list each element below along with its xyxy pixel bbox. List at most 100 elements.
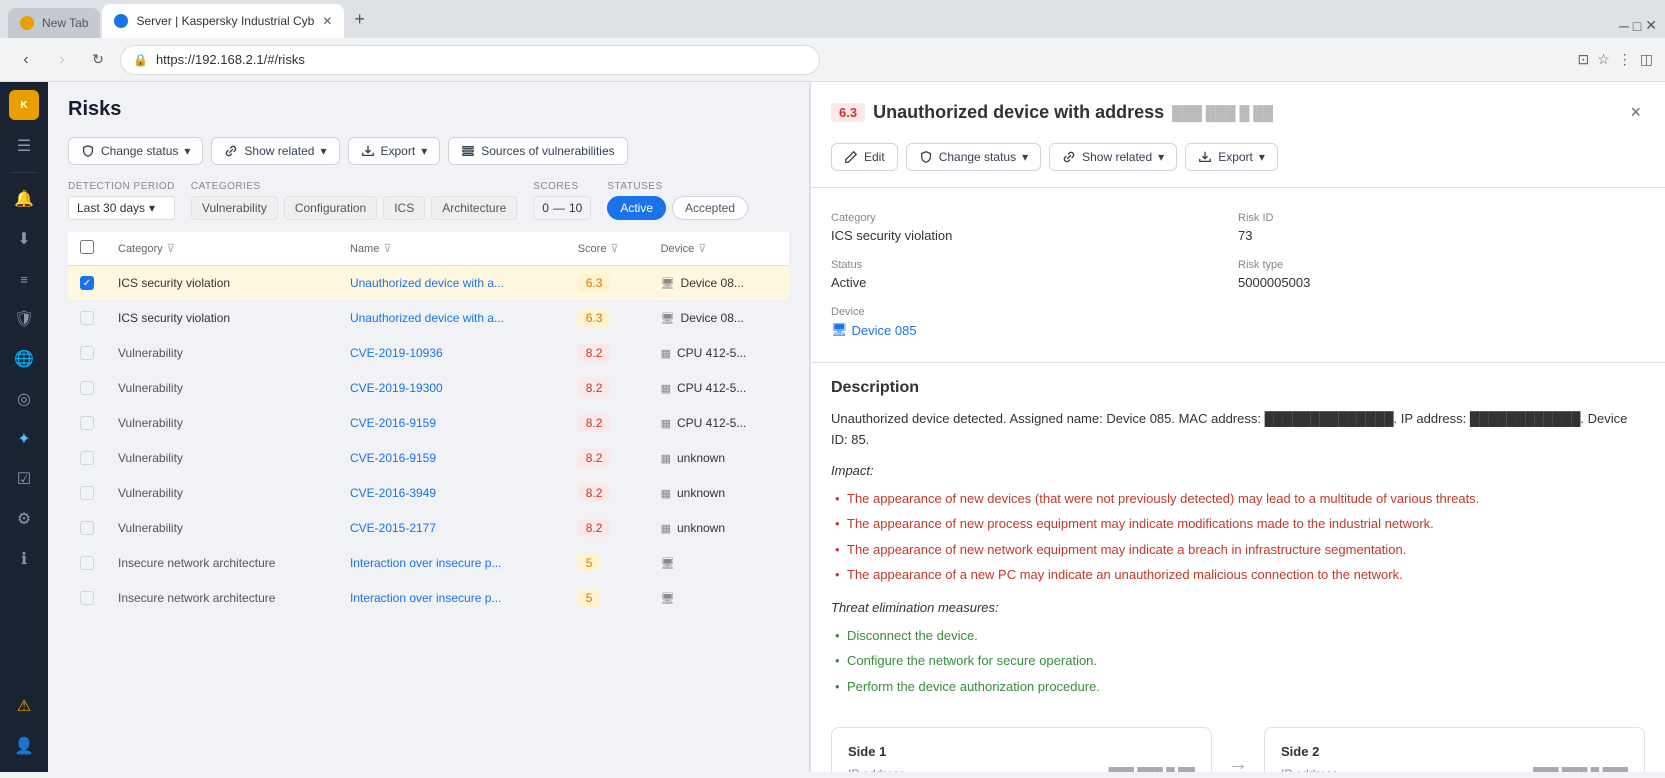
category-cell: Vulnerability (106, 441, 338, 476)
tab-close-icon[interactable]: ✕ (322, 14, 332, 28)
minimize-button[interactable]: ─ (1619, 17, 1629, 34)
name-cell[interactable]: Unauthorized device with a... (338, 266, 566, 301)
status-active-button[interactable]: Active (607, 196, 666, 220)
row-checkbox[interactable] (80, 591, 94, 605)
cat-ics-filter[interactable]: ICS (383, 196, 425, 220)
browser-tab-inactive[interactable]: New Tab (8, 8, 100, 38)
row-checkbox[interactable] (80, 346, 94, 360)
table-row[interactable]: Vulnerability CVE-2016-9159 8.2 ▦ unknow… (68, 441, 789, 476)
device-cell: ▦ unknown (649, 511, 789, 546)
category-filters: Vulnerability Configuration ICS Architec… (191, 196, 517, 220)
table-row[interactable]: Vulnerability CVE-2016-9159 8.2 ▦ CPU 41… (68, 406, 789, 441)
table-row[interactable]: ICS security violation Unauthorized devi… (68, 301, 789, 336)
change-status-button[interactable]: Change status ▾ (68, 137, 203, 165)
detail-export-button[interactable]: Export ▾ (1185, 143, 1278, 171)
new-tab-button[interactable]: + (346, 5, 373, 34)
sidebar-item-shield[interactable]: 🛡 (6, 301, 42, 337)
status-accepted-button[interactable]: Accepted (672, 196, 748, 220)
detail-change-status-button[interactable]: Change status ▾ (906, 143, 1041, 171)
cat-vulnerability-filter[interactable]: Vulnerability (191, 196, 278, 220)
list-item: The appearance of new devices (that were… (831, 486, 1645, 512)
device-cell: 🖥 (649, 581, 789, 616)
cat-configuration-filter[interactable]: Configuration (284, 196, 377, 220)
detail-close-button[interactable]: × (1626, 98, 1645, 127)
browser-tab-active[interactable]: Server | Kaspersky Industrial Cyb ✕ (102, 4, 344, 38)
name-cell[interactable]: CVE-2015-2177 (338, 511, 566, 546)
device-cell: ▦ CPU 412-5... (649, 336, 789, 371)
name-cell[interactable]: Interaction over insecure p... (338, 546, 566, 581)
table-row[interactable]: Vulnerability CVE-2019-19300 8.2 ▦ CPU 4… (68, 371, 789, 406)
sidebar-item-warning[interactable]: ⚠ (6, 688, 42, 724)
name-cell[interactable]: Interaction over insecure p... (338, 581, 566, 616)
sidebar-item-network[interactable]: ✦ (6, 421, 42, 457)
name-cell[interactable]: CVE-2019-19300 (338, 371, 566, 406)
show-related-button[interactable]: Show related ▾ (211, 137, 339, 165)
device-cell: ▦ CPU 412-5... (649, 406, 789, 441)
name-cell[interactable]: CVE-2016-3949 (338, 476, 566, 511)
address-bar[interactable]: 🔒 https://192.168.2.1/#/risks (120, 45, 820, 75)
name-cell[interactable]: CVE-2019-10936 (338, 336, 566, 371)
arrow-separator: → (1228, 727, 1248, 772)
select-all-checkbox[interactable] (80, 240, 94, 254)
arrow-right-icon: → (1228, 753, 1248, 772)
filter-icon[interactable]: ⊽ (167, 242, 175, 255)
browser-menu-button[interactable]: ⋮ (1618, 51, 1632, 68)
cat-architecture-filter[interactable]: Architecture (431, 196, 517, 220)
category-col-header: Category (118, 243, 163, 255)
sidebar-item-globe[interactable]: 🌐 (6, 341, 42, 377)
category-cell: Insecure network architecture (106, 546, 338, 581)
edit-button[interactable]: Edit (831, 143, 898, 171)
bookmark-button[interactable]: ☆ (1597, 51, 1610, 68)
table-row[interactable]: Insecure network architecture Interactio… (68, 546, 789, 581)
row-checkbox[interactable] (80, 556, 94, 570)
filters-row: Detection period Last 30 days ▾ Categori… (68, 181, 789, 220)
filter-icon[interactable]: ⊽ (383, 242, 391, 255)
category-cell: Vulnerability (106, 511, 338, 546)
detail-show-related-button[interactable]: Show related ▾ (1049, 143, 1177, 171)
forward-button[interactable]: › (48, 46, 76, 74)
back-button[interactable]: ‹ (12, 46, 40, 74)
sources-button[interactable]: Sources of vulnerabilities (448, 137, 627, 165)
sidebar-item-tasks[interactable]: ☑ (6, 461, 42, 497)
row-checkbox[interactable] (80, 451, 94, 465)
sidebar-item-download[interactable]: ⬇ (6, 221, 42, 257)
sidebar-item-notifications[interactable]: 🔔 (6, 181, 42, 217)
row-checkbox[interactable] (80, 416, 94, 430)
row-checkbox[interactable]: ✓ (80, 276, 94, 290)
device-icon: ▦ (661, 382, 671, 395)
table-row[interactable]: Insecure network architecture Interactio… (68, 581, 789, 616)
sidebar-item-settings[interactable]: ⚙ (6, 501, 42, 537)
filter-icon[interactable]: ⊽ (698, 242, 706, 255)
side2-title: Side 2 (1281, 744, 1628, 759)
row-checkbox[interactable] (80, 311, 94, 325)
sidebar-item-info[interactable]: ℹ (6, 541, 42, 577)
name-cell[interactable]: CVE-2016-9159 (338, 441, 566, 476)
filter-icon[interactable]: ⊽ (610, 242, 618, 255)
name-cell[interactable]: CVE-2016-9159 (338, 406, 566, 441)
sidebar-toggle-button[interactable]: ◫ (1640, 51, 1653, 68)
device-link[interactable]: 🖥 Device 085 (831, 322, 1238, 338)
export-button[interactable]: Export ▾ (348, 137, 441, 165)
chevron-icon: ▾ (184, 144, 190, 158)
split-view-button[interactable]: ⊡ (1577, 51, 1589, 68)
side1-title: Side 1 (848, 744, 1195, 759)
sidebar-item-user[interactable]: 👤 (6, 728, 42, 764)
side2-card: Side 2 IP address ███.███.█.███ (1264, 727, 1645, 772)
sidebar-item-list[interactable]: ≡ (6, 261, 42, 297)
sidebar-item-menu[interactable]: ☰ (6, 128, 42, 164)
name-cell[interactable]: Unauthorized device with a... (338, 301, 566, 336)
table-row[interactable]: Vulnerability CVE-2016-3949 8.2 ▦ unknow… (68, 476, 789, 511)
row-checkbox[interactable] (80, 486, 94, 500)
refresh-button[interactable]: ↻ (84, 46, 112, 74)
detection-period-select[interactable]: Last 30 days ▾ (68, 196, 175, 220)
close-window-button[interactable]: ✕ (1645, 17, 1657, 34)
sidebar-item-target[interactable]: ◎ (6, 381, 42, 417)
table-row[interactable]: ✓ ICS security violation Unauthorized de… (68, 266, 789, 301)
score-range[interactable]: 0 — 10 (533, 196, 591, 220)
row-checkbox[interactable] (80, 521, 94, 535)
table-row[interactable]: Vulnerability CVE-2019-10936 8.2 ▦ CPU 4… (68, 336, 789, 371)
maximize-button[interactable]: □ (1633, 17, 1641, 34)
table-row[interactable]: Vulnerability CVE-2015-2177 8.2 ▦ unknow… (68, 511, 789, 546)
row-checkbox[interactable] (80, 381, 94, 395)
score-cell: 8.2 (566, 371, 649, 406)
